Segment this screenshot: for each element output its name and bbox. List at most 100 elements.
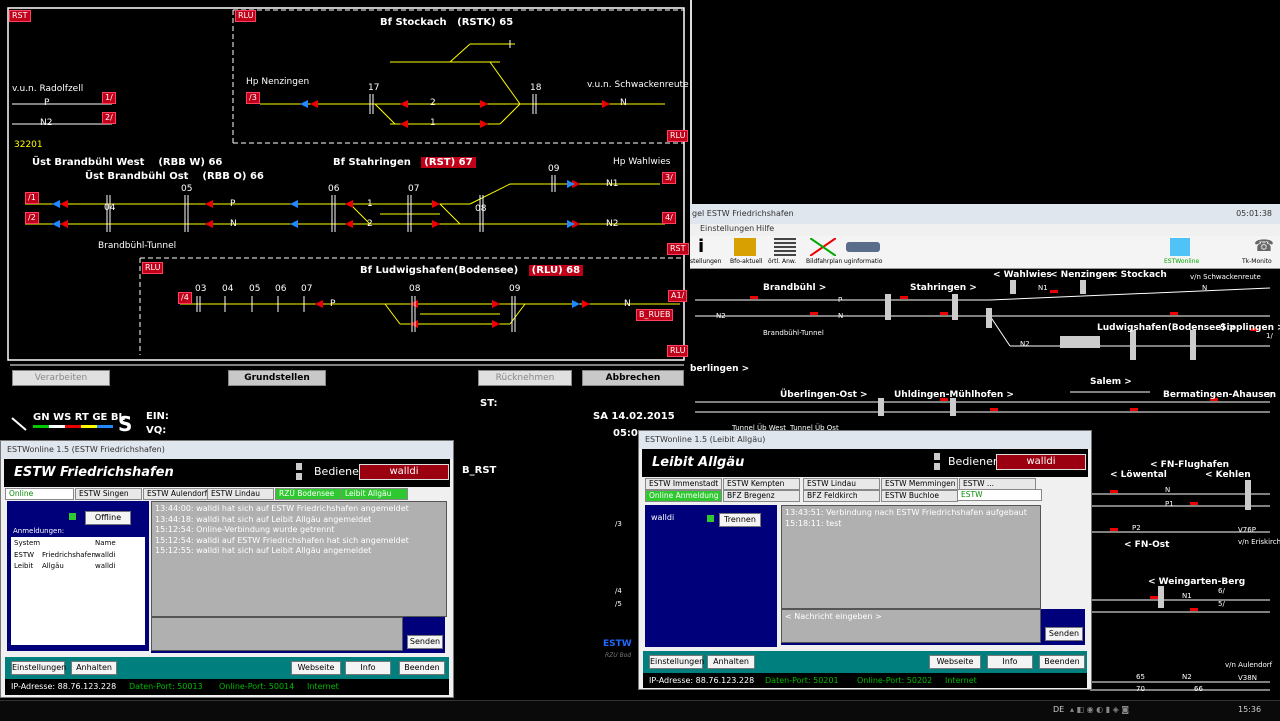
r-trk-66: 66	[1194, 685, 1203, 693]
place-eriskirch: v/n Eriskirch	[1238, 538, 1280, 546]
row-user: walldi	[95, 562, 116, 570]
log-line: 13:44:00: walldi hat sich auf ESTW Fried…	[155, 504, 409, 513]
win2-tab-friedrichshafen[interactable]: ESTW Friedrichshafen	[957, 489, 1042, 501]
log-line: 13:44:18: walldi hat sich auf Leibit All…	[155, 514, 372, 524]
row-system: Leibit	[14, 562, 34, 570]
win1-anhalten-button[interactable]: Anhalten	[71, 661, 117, 675]
win2-tab-bregenz[interactable]: BFZ Bregenz	[723, 490, 800, 502]
r-trk-65: 65	[1136, 673, 1145, 681]
stahringen-title: Bf Stahringen (RST) 67	[333, 157, 476, 168]
trk-n-2: N	[230, 219, 237, 229]
estwonline-tool[interactable]: ESTWonline	[1160, 236, 1199, 266]
win2-user: walldi	[651, 513, 675, 522]
tag-rst-2: RST	[667, 243, 689, 255]
win1-message-input[interactable]	[151, 617, 403, 651]
win1-toggle[interactable]	[296, 463, 302, 470]
sig-2: 2/	[102, 112, 116, 124]
menu-einstellungen[interactable]: Einstellungen	[700, 224, 754, 233]
win1-tab-rzu[interactable]: RZÜ Bodensee	[275, 488, 342, 500]
abbrechen-button[interactable]: Abbrechen	[582, 370, 684, 386]
win1-tab-online[interactable]: Online Anmeldung	[5, 488, 74, 500]
list-item[interactable]: Leibit Allgäu walldi	[14, 562, 144, 573]
win1-einstellungen-button[interactable]: Einstellungen	[11, 661, 66, 675]
row-place: Allgäu	[42, 562, 64, 570]
list-item[interactable]: ESTW Friedrichshafen walldi	[14, 551, 144, 562]
win1-webseite-button[interactable]: Webseite	[291, 661, 341, 675]
bildfahrplan-tool[interactable]: Bildfahrplan	[806, 236, 844, 266]
trk-n2: N2	[40, 118, 53, 128]
stockach-title: Bf Stockach (RSTK) 65	[380, 17, 514, 28]
zuginfo-tool[interactable]: uginformatio	[844, 236, 882, 266]
win1-tab-singen[interactable]: ESTW Singen	[75, 488, 142, 500]
bfo-tool[interactable]: Bfo-aktuell	[730, 236, 768, 266]
win1-senden-button[interactable]: Senden	[407, 635, 443, 649]
win2-toggle[interactable]	[934, 453, 940, 460]
tag-rst: RST	[9, 10, 31, 22]
win2-webseite-button[interactable]: Webseite	[929, 655, 981, 669]
win2-tab-memmingen[interactable]: ESTW Memmingen	[881, 478, 958, 490]
win2-beenden-button[interactable]: Beenden	[1039, 655, 1085, 669]
signal-07: 07	[408, 184, 420, 194]
win2-bediener-label: Bediener:	[948, 455, 1001, 468]
sig-4l: /4	[178, 292, 192, 304]
trennen-button[interactable]: Trennen	[719, 513, 761, 527]
train-icon	[846, 242, 880, 252]
place-aulendorf: v/n Aulendorf	[1225, 661, 1273, 669]
win1-tab-lindau[interactable]: ESTW Lindau	[207, 488, 274, 500]
place-schwackenreute: v/n Schwackenreute	[1190, 273, 1261, 281]
win2-tab-buchloe[interactable]: ESTW Buchloe	[881, 490, 958, 502]
win2-tab-kempten[interactable]: ESTW Kempten	[723, 478, 800, 490]
place-brandbuehl: Brandbühl >	[763, 283, 827, 293]
win1-left-panel: Offline Anmeldungen: System Name ESTW Fr…	[7, 501, 149, 651]
win2-anhalten-button[interactable]: Anhalten	[707, 655, 755, 669]
verarbeiten-button[interactable]: Verarbeiten	[12, 370, 110, 386]
info-tool[interactable]: i stellungen	[690, 236, 728, 266]
place-salem: Salem >	[1090, 377, 1132, 387]
taskbar-lang[interactable]: DE	[1053, 705, 1064, 714]
win2-titlebar: ESTWonline 1.5 (Leibit Allgäu)	[639, 431, 1091, 449]
estwonline-icon	[1170, 238, 1190, 256]
r-trk-n2-2: N2	[1020, 340, 1030, 348]
win2-tab-immenstadt[interactable]: ESTW Immenstadt	[645, 478, 722, 490]
r-trk-n1-2: N1	[1182, 592, 1192, 600]
win2-tab-lindau[interactable]: ESTW Lindau	[803, 478, 880, 490]
anw-tool[interactable]: örtl. Anw.	[768, 236, 806, 266]
grundstellen-button[interactable]: Grundstellen	[228, 370, 326, 386]
place-ueberlingen: berlingen >	[690, 364, 750, 374]
win1-beenden-button[interactable]: Beenden	[399, 661, 445, 675]
win2-einstellungen-button[interactable]: Einstellungen	[649, 655, 704, 669]
menu-hilfe[interactable]: Hilfe	[756, 224, 774, 233]
tool-label-3: Bildfahrplan	[806, 258, 843, 265]
win2-senden-button[interactable]: Senden	[1045, 627, 1083, 641]
signal-05: 05	[181, 184, 193, 194]
bg-l4: /4	[615, 587, 622, 595]
win1-ip: IP-Adresse: 88.76.123.228	[11, 682, 117, 691]
win2-info-button[interactable]: Info	[987, 655, 1033, 669]
ruecknehmen-button[interactable]: Rücknehmen	[478, 370, 572, 386]
win2-message-input[interactable]: < Nachricht eingeben >	[781, 609, 1041, 643]
row-user: walldi	[95, 551, 116, 559]
win2-tab-feldkirch[interactable]: BFZ Feldkirch	[803, 490, 880, 502]
place-stockach: < Stockach	[1110, 270, 1167, 280]
r-trk-n2: N2	[716, 312, 726, 320]
sig-1: 1/	[102, 92, 116, 104]
win2-toggle-2[interactable]	[934, 463, 940, 470]
win1-toggle-2[interactable]	[296, 473, 302, 480]
win2-tab-online[interactable]: Online Anmeldung	[645, 490, 722, 502]
trk-p-2: P	[230, 199, 236, 209]
v76p-label: V76P	[1238, 526, 1256, 534]
tk-monitor-tool[interactable]: ☎ Tk-Monito	[1242, 236, 1280, 266]
offline-button[interactable]: Offline	[85, 511, 131, 525]
bg-l5: /5	[615, 600, 622, 608]
win2-status-dot	[707, 515, 714, 522]
phone-icon: ☎	[1254, 236, 1274, 255]
trk-1-2: 1	[367, 199, 373, 209]
win2-name: Leibit Allgäu	[652, 455, 745, 470]
win1-tab-leibit[interactable]: Leibit Allgäu	[341, 488, 408, 500]
win1-info-button[interactable]: Info	[345, 661, 391, 675]
trk-2: 2	[430, 98, 436, 108]
win1-tab-aulendorf[interactable]: ESTW Aulendorf	[143, 488, 210, 500]
win1-input-area: Senden	[151, 617, 445, 653]
time-label: 05:0	[613, 428, 638, 439]
signal-08-l: 08	[409, 284, 421, 294]
